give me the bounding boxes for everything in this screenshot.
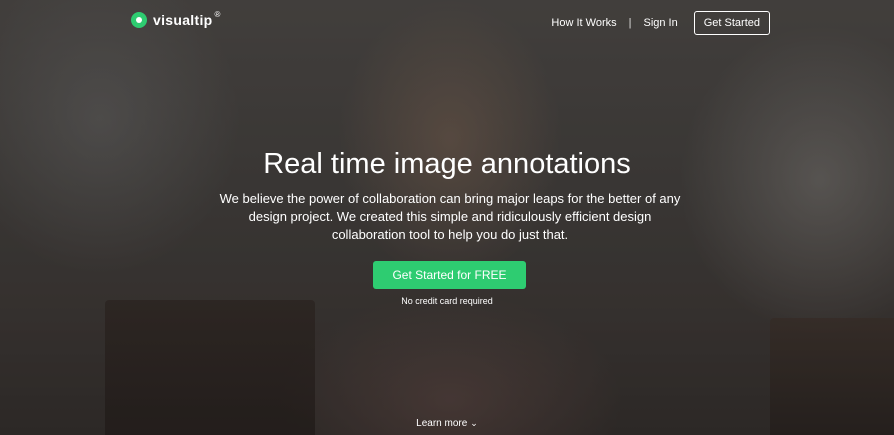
nav-sign-in[interactable]: Sign In [643,17,677,29]
logo-text: visualtip [153,12,213,28]
nav-how-it-works[interactable]: How It Works [551,17,616,29]
header-get-started-button[interactable]: Get Started [693,11,770,35]
top-nav: How It Works | Sign In Get Started [551,11,770,35]
get-started-free-button[interactable]: Get Started for FREE [373,261,526,289]
no-credit-card-note: No credit card required [401,296,493,306]
hero-subtitle: We believe the power of collaboration ca… [219,191,681,242]
hero-title: Real time image annotations [263,148,631,180]
registered-mark: ® [214,9,221,19]
logo[interactable]: visualtip ® [131,9,221,28]
chevron-down-icon: ⌄ [470,418,478,428]
chat-bubble-logo-icon [131,12,147,28]
nav-separator: | [628,17,632,29]
learn-more-label: Learn more [416,418,468,429]
learn-more-link[interactable]: Learn more ⌄ [0,418,894,429]
